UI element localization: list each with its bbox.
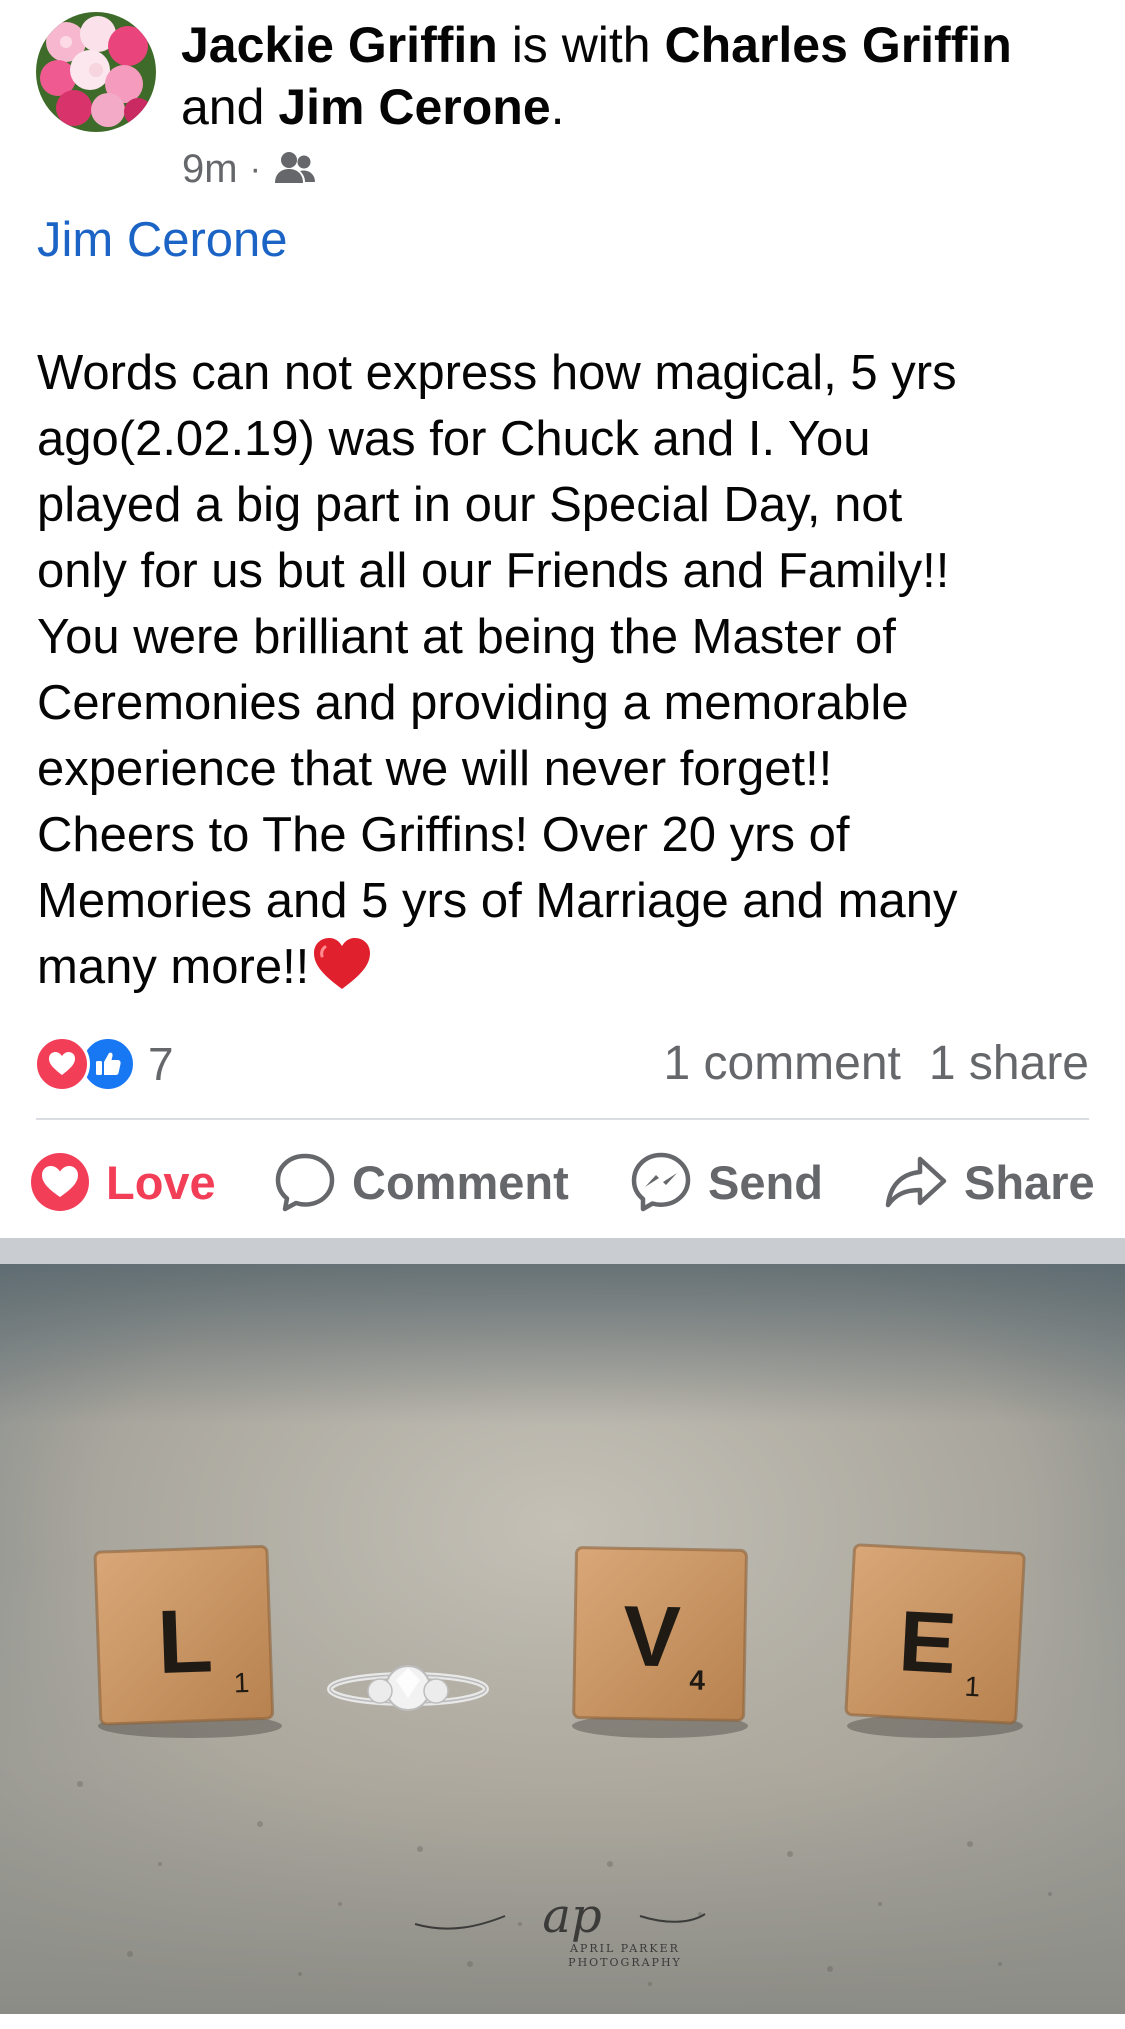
love-reaction-icon [31,1153,89,1211]
love-button-label: Love [106,1155,216,1209]
reaction-count: 7 [148,1038,174,1090]
post-action-bar: Love Comment Send Share [0,1132,1125,1232]
tile-letter: E [896,1593,958,1692]
watermark-text: APRIL PARKER [569,1942,680,1955]
share-count-link[interactable]: 1 share [929,1036,1089,1091]
comment-count-link[interactable]: 1 comment [663,1036,900,1091]
post-body: Words can not express how magical, 5 yrs… [37,340,1097,1000]
post-meta: 9m · [182,141,317,197]
and-text: and [181,79,279,135]
post-header: Jackie Griffin is with Charles Griffin an… [0,0,1125,210]
tile-e: E 1 [844,1543,1026,1725]
tile-letter: L [156,1591,214,1693]
tagged-person-link[interactable]: Jim Cerone [37,212,288,268]
send-button[interactable]: Send [630,1146,823,1218]
friend-name-2[interactable]: Jim Cerone [278,79,550,135]
friends-icon [273,149,317,189]
comment-button[interactable]: Comment [274,1146,569,1218]
tile-points: 1 [964,1671,981,1703]
post-time[interactable]: 9m [182,147,238,192]
stats-divider [36,1118,1089,1120]
profile-avatar[interactable] [36,12,156,132]
reactions-summary[interactable]: 7 [34,1036,174,1092]
post-body-text: Words can not express how magical, 5 yrs… [37,346,958,994]
tile-points: 4 [689,1665,706,1696]
watermark-sub: PHOTOGRAPHY [568,1956,682,1969]
red-heart-emoji-icon [314,938,371,989]
engagement-counts: 1 comment 1 share [663,1036,1089,1091]
author-name[interactable]: Jackie Griffin [181,17,498,73]
meta-separator: · [249,149,261,188]
share-button[interactable]: Share [884,1146,1095,1218]
post-stats: 7 1 comment 1 share [34,1028,1089,1098]
love-button[interactable]: Love [30,1146,216,1218]
messenger-icon [631,1152,691,1212]
send-button-label: Send [708,1155,823,1209]
friend-name-1[interactable]: Charles Griffin [665,17,1012,73]
post-author-line: Jackie Griffin is with Charles Griffin an… [181,14,1101,138]
love-reaction-icon [34,1036,90,1092]
with-text: is with [497,17,665,73]
tile-l: L 1 [93,1544,275,1726]
tile-v: V 4 [572,1546,748,1722]
post-photo[interactable]: L 1 V 4 E 1 ap APRIL PARKER PHOTOGRAPHY [0,1264,1125,2014]
tile-points: 1 [233,1667,250,1699]
tile-letter: V [622,1588,681,1685]
period: . [550,79,565,135]
share-button-label: Share [964,1155,1095,1209]
love-tiles-ring-photo: L 1 V 4 E 1 ap APRIL PARKER PHOTOGRAPHY [0,1264,1125,2014]
watermark-script: ap [542,1888,601,1944]
avatar-flowers-image [36,12,156,132]
comment-button-label: Comment [352,1155,569,1209]
feed-separator [0,1238,1125,1264]
comment-bubble-icon [275,1153,335,1212]
share-arrow-icon [885,1156,947,1208]
bottom-strip [0,2014,1125,2029]
